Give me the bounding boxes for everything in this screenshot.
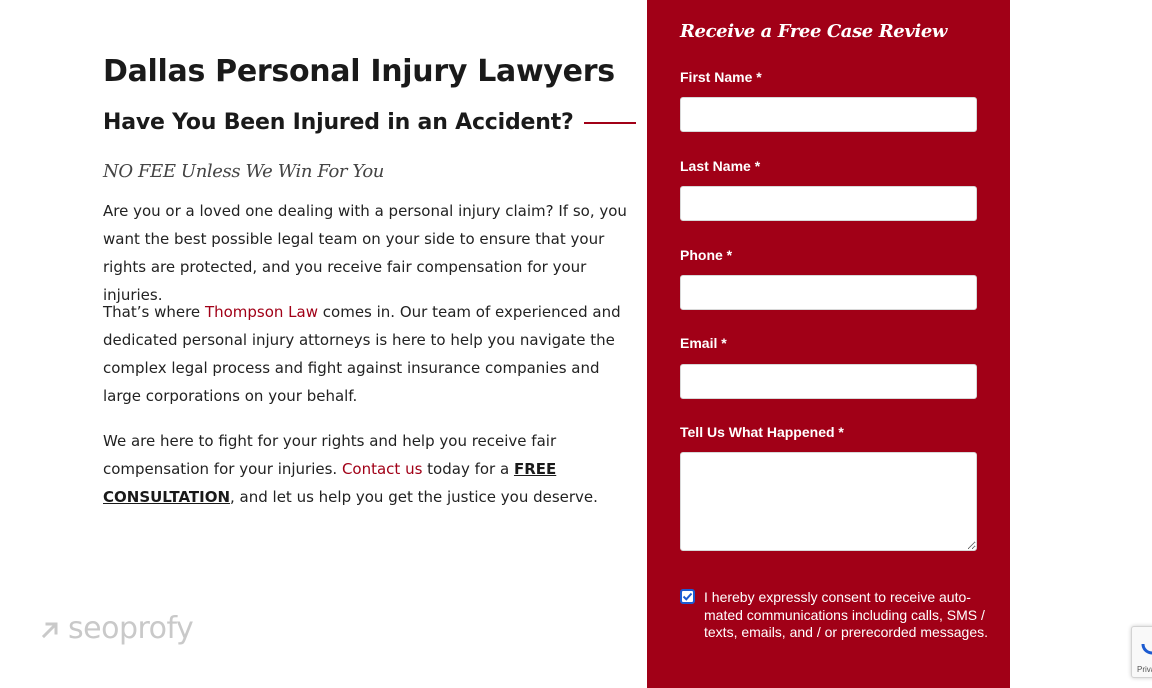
checkmark-icon — [682, 592, 693, 601]
recaptcha-badge[interactable]: Priva — [1131, 626, 1152, 678]
email-input[interactable] — [680, 364, 977, 399]
subtitle-row: Have You Been Injured in an Accident? — [103, 110, 636, 135]
page-subtitle: Have You Been Injured in an Accident? — [103, 110, 574, 135]
tagline: NO FEE Unless We Win For You — [103, 161, 384, 182]
last-name-label: Last Name * — [680, 158, 761, 174]
last-name-input[interactable] — [680, 186, 977, 221]
message-label: Tell Us What Happened * — [680, 424, 844, 440]
cta-paragraph: We are here to fight for your rights and… — [103, 427, 633, 511]
form-title: Receive a Free Case Review — [680, 21, 947, 42]
seoprofy-watermark: seoprofy — [40, 611, 194, 646]
recaptcha-icon — [1141, 635, 1152, 655]
subtitle-accent-rule — [583, 121, 636, 124]
contact-us-link[interactable]: Contact us — [342, 460, 422, 478]
arrow-up-right-icon — [41, 622, 58, 638]
firm-paragraph-text-start: That’s where — [103, 303, 205, 321]
cta-paragraph-text-end: , and let us help you get the justice yo… — [230, 488, 598, 506]
message-textarea[interactable] — [680, 452, 977, 551]
page-title: Dallas Personal Injury Lawyers — [103, 54, 615, 89]
firm-paragraph: That’s where Thompson Law comes in. Our … — [103, 298, 633, 410]
recaptcha-privacy-text: Priva — [1137, 665, 1152, 674]
thompson-law-link[interactable]: Thompson Law — [205, 303, 318, 321]
email-label: Email * — [680, 335, 727, 351]
case-review-form: Receive a Free Case Review First Name * … — [647, 0, 1010, 688]
watermark-text: seoprofy — [68, 611, 194, 646]
consent-text: I hereby expressly consent to receive au… — [704, 589, 989, 640]
consent-checkbox[interactable] — [680, 589, 695, 604]
phone-label: Phone * — [680, 247, 733, 263]
first-name-label: First Name * — [680, 69, 762, 85]
phone-input[interactable] — [680, 275, 977, 310]
first-name-input[interactable] — [680, 97, 977, 132]
intro-paragraph: Are you or a loved one dealing with a pe… — [103, 202, 627, 304]
cta-paragraph-text-middle: today for a — [422, 460, 514, 478]
